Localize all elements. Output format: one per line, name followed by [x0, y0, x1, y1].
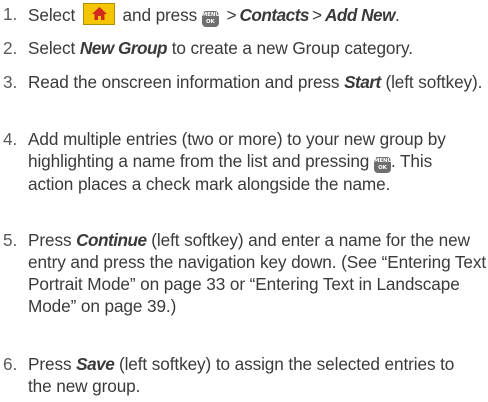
- menu-ok-key-icon: MENU OK: [201, 11, 220, 27]
- step-5: 5. Press Continue (left softkey) and ent…: [0, 229, 488, 317]
- step-number: 6.: [3, 354, 18, 374]
- home-icon: [82, 3, 115, 25]
- menu-path-add-new: Add New: [324, 5, 396, 25]
- step-text: (left softkey).: [385, 72, 483, 92]
- path-separator: >: [226, 5, 237, 25]
- step-text: to create a new Group category.: [171, 38, 413, 58]
- step-number: 2.: [3, 38, 18, 58]
- step-2: 2. Select New Group to create a new Grou…: [0, 37, 488, 59]
- step-4: 4. Add multiple entries (two or more) to…: [0, 128, 480, 195]
- step-number: 5.: [3, 230, 18, 250]
- step-number: 4.: [3, 129, 18, 149]
- step-3: 3. Read the onscreen information and pre…: [0, 71, 488, 93]
- ui-label-new-group: New Group: [79, 38, 168, 58]
- step-number: 3.: [3, 72, 18, 92]
- step-text: Select: [28, 5, 76, 25]
- step-1: 1. Select and press MENU OK > Contacts > Ad…: [0, 3, 488, 27]
- menu-ok-key-icon: MENU OK: [373, 157, 392, 173]
- step-text: and press: [122, 5, 198, 25]
- menu-path-contacts: Contacts: [239, 5, 309, 25]
- step-text: .: [394, 5, 400, 25]
- ui-label-continue: Continue: [76, 230, 147, 250]
- step-text: Read the onscreen information and press: [28, 72, 340, 92]
- path-separator: >: [312, 5, 322, 25]
- step-text: Press: [28, 230, 72, 250]
- step-text: Press: [28, 354, 72, 374]
- ui-label-start: Start: [344, 72, 381, 92]
- step-number: 1.: [3, 4, 18, 24]
- ui-label-save: Save: [76, 354, 115, 374]
- step-text: Select: [28, 38, 76, 58]
- step-6: 6. Press Save (left softkey) to assign t…: [0, 353, 480, 397]
